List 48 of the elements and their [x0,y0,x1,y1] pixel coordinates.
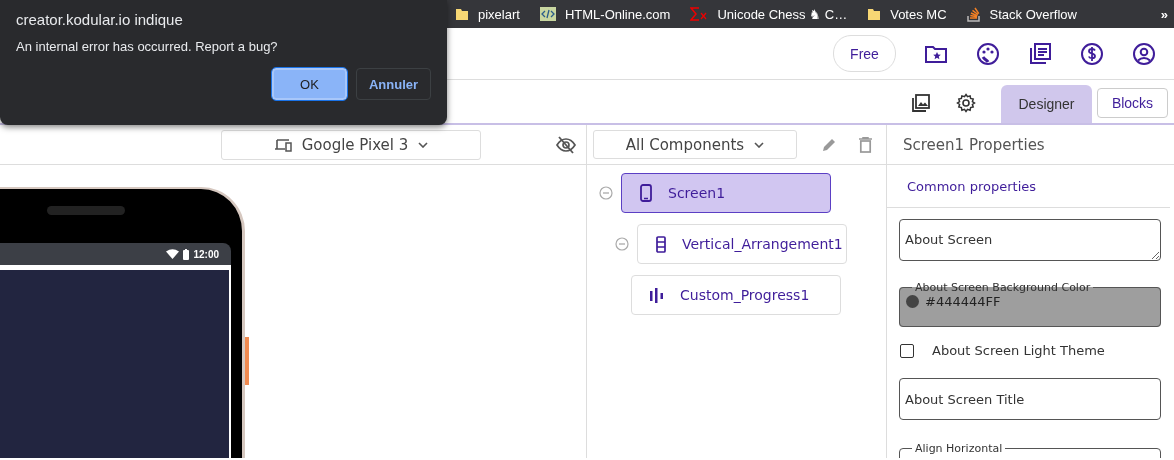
settings-icon[interactable] [956,92,976,113]
palette-icon[interactable] [976,41,1000,66]
status-time: 12:00 [193,248,219,260]
trash-icon[interactable] [859,136,872,153]
panel-title: Screen1 Properties [887,125,1174,165]
bookmark-link[interactable]: Unicode Chess ♞ C… [690,6,848,22]
checkbox[interactable] [900,343,914,358]
checkbox-label: About Screen Light Theme [932,343,1105,358]
bookmark-link[interactable]: Stack Overflow [966,6,1077,22]
stacked-rows-icon [656,235,666,253]
phone-icon [640,184,652,202]
folder-icon [455,7,469,21]
code-icon [539,7,556,21]
wifi-icon [166,249,180,259]
text-field[interactable]: About Screen Title [899,378,1161,420]
eye-off-icon[interactable] [556,135,576,154]
chevron-down-icon [754,141,765,148]
sigma-icon [690,7,709,21]
component-item[interactable]: Screen1 [621,173,831,213]
document-stack-icon[interactable] [1028,41,1052,66]
bookmark-link[interactable]: pixelart [455,6,520,22]
ok-button[interactable]: OK [272,68,347,100]
folder-icon [867,7,882,21]
devices-icon [273,137,292,152]
more-bookmarks-button[interactable]: » [1160,6,1168,22]
dollar-icon[interactable] [1080,41,1104,66]
battery-icon [183,248,190,260]
bookmark-link[interactable]: HTML-Online.com [539,6,671,22]
plan-button[interactable]: Free [833,35,896,72]
chevron-down-icon [418,141,429,148]
blocks-tab[interactable]: Blocks [1097,88,1168,118]
device-dropdown[interactable]: Google Pixel 3 [221,129,481,160]
dialog-title: creator.kodular.io indique [16,11,184,28]
stack-icon [966,6,981,22]
components-dropdown[interactable]: All Components [593,130,797,159]
dialog-message: An internal error has occurred. Report a bug? [16,39,279,54]
image-stack-icon[interactable] [911,92,931,113]
select-field[interactable]: Align Horizontal [899,442,1161,458]
bookmark-link[interactable]: Votes MC [867,6,947,22]
component-item[interactable]: Custom_Progress1 [631,275,841,315]
bars-icon [650,287,664,303]
pencil-icon[interactable] [821,136,837,153]
component-item[interactable]: Vertical_Arrangement1 [637,224,847,264]
cancel-button[interactable]: Annuler [356,68,431,100]
section-tab[interactable]: Common properties [887,165,1170,208]
designer-tab[interactable]: Designer [1001,85,1092,123]
text-area[interactable]: About Screen [899,219,1161,261]
user-icon[interactable] [1132,41,1156,66]
